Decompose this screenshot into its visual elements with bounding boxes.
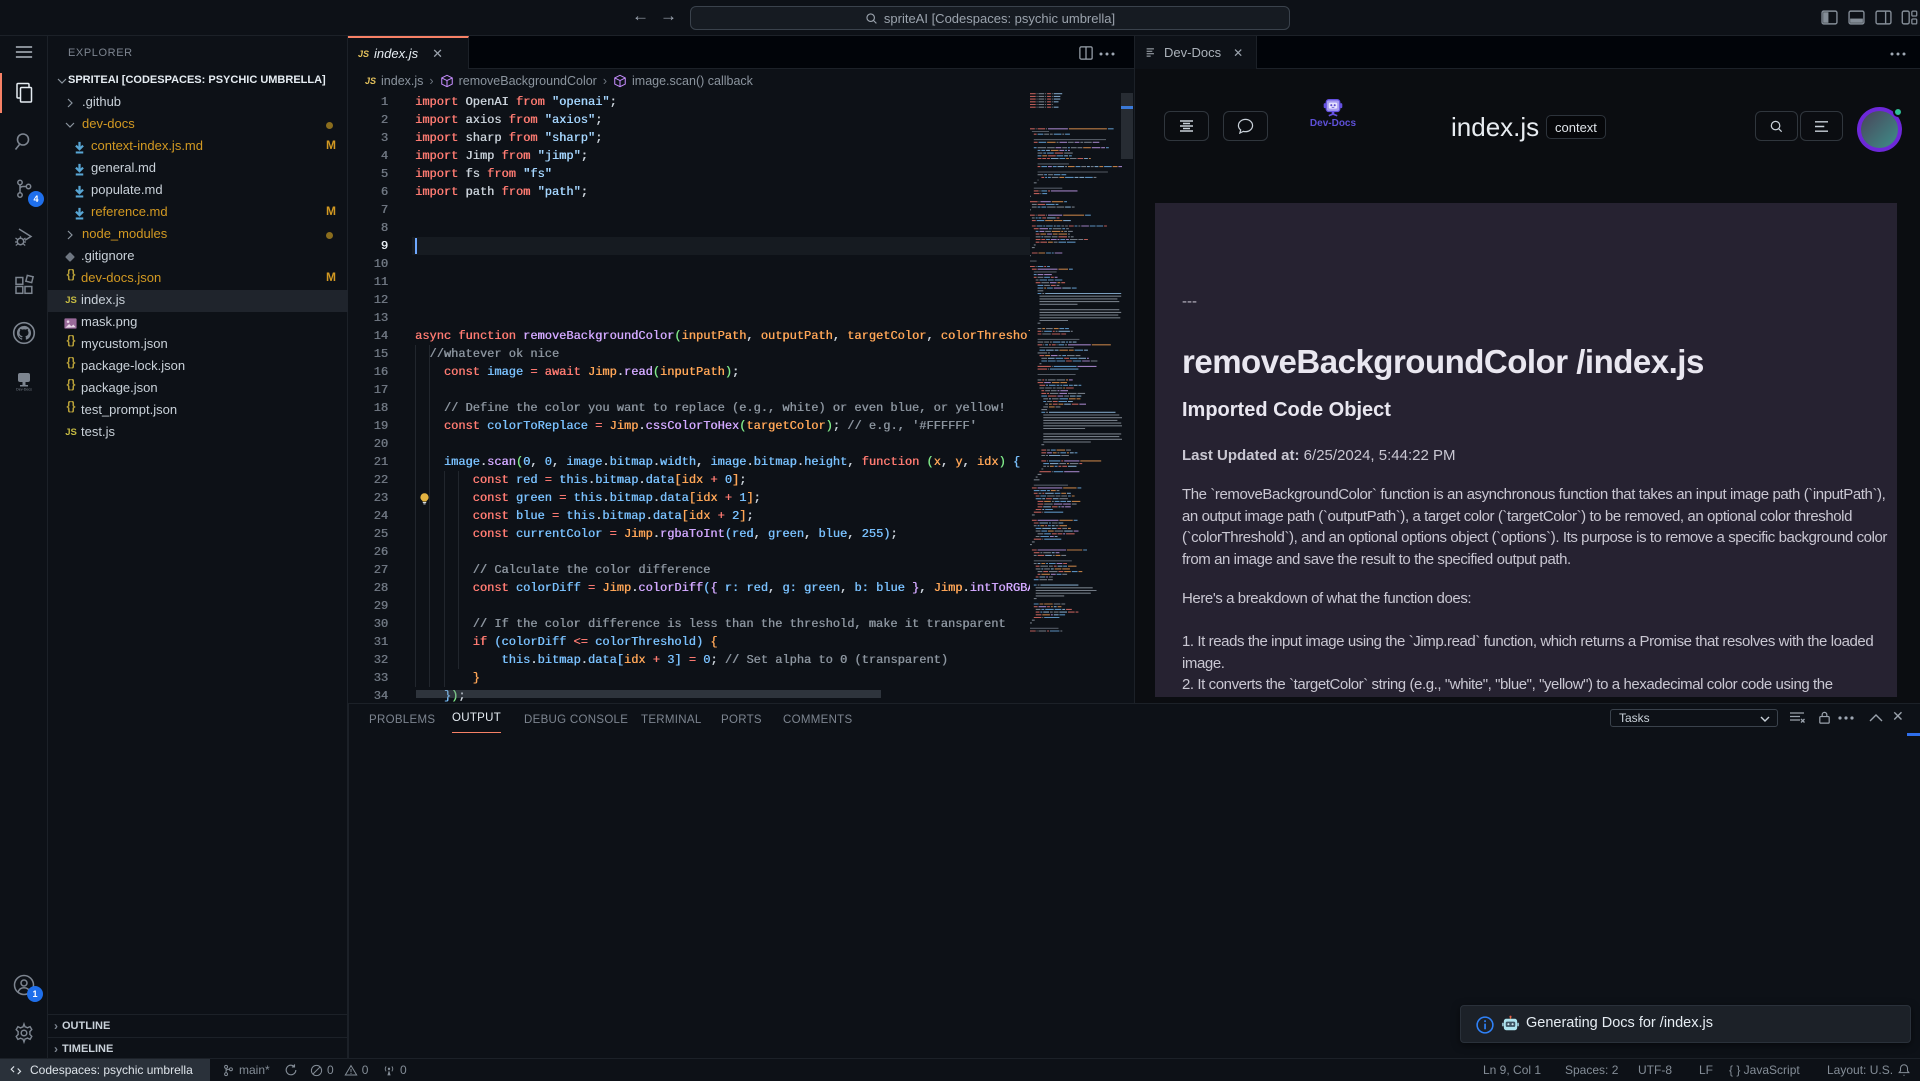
svg-text:Dev-Docs: Dev-Docs [16,388,32,392]
